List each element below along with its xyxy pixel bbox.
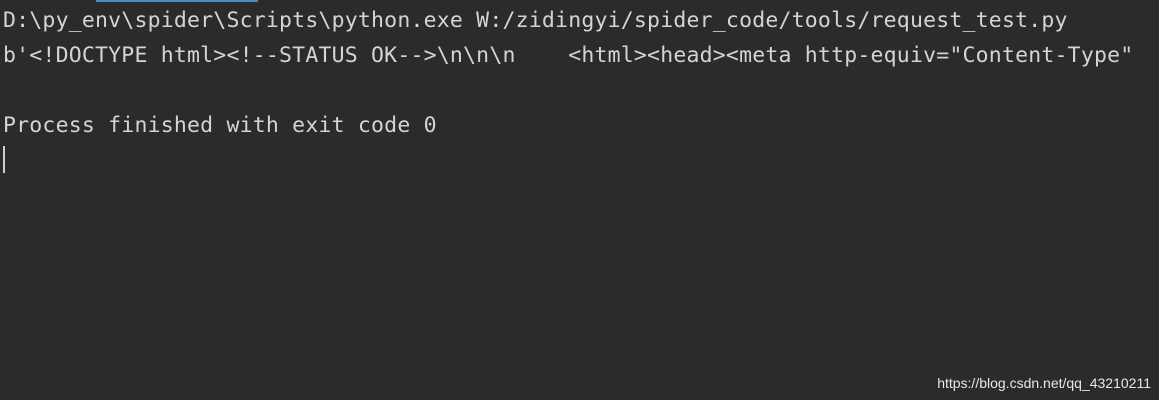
active-tab-indicator	[96, 0, 258, 2]
run-console[interactable]: D:\py_env\spider\Scripts\python.exe W:/z…	[0, 0, 1159, 400]
command-line: D:\py_env\spider\Scripts\python.exe W:/z…	[3, 8, 1068, 33]
program-output-line: b'<!DOCTYPE html><!--STATUS OK-->\n\n\n …	[3, 43, 1134, 68]
exit-message: Process finished with exit code 0	[3, 113, 437, 138]
watermark-text: https://blog.csdn.net/qq_43210211	[937, 375, 1151, 391]
text-cursor	[3, 146, 5, 173]
